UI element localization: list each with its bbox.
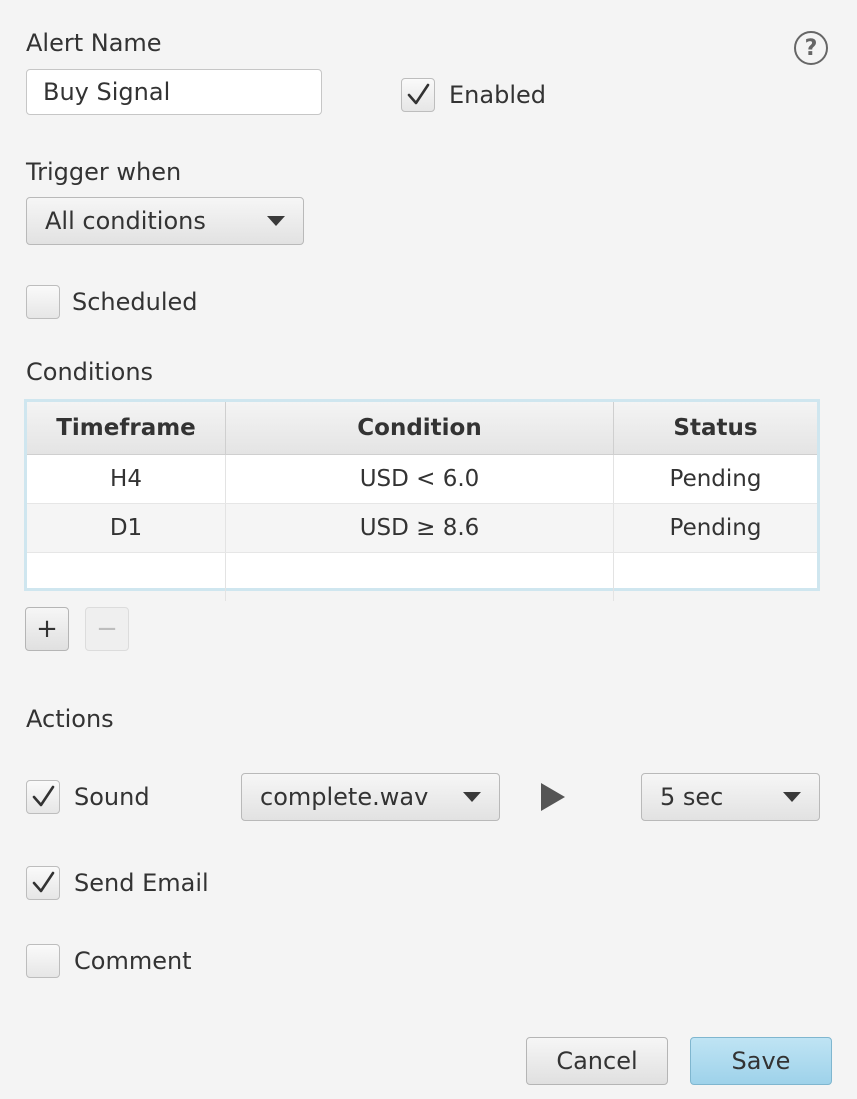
check-icon <box>32 871 55 893</box>
column-header-timeframe[interactable]: Timeframe <box>27 402 226 454</box>
remove-condition-button[interactable]: − <box>85 607 129 651</box>
trigger-select[interactable]: All conditions <box>26 197 304 245</box>
email-label: Send Email <box>74 869 209 897</box>
trigger-label: Trigger when <box>26 158 182 186</box>
table-header: Timeframe Condition Status <box>27 402 817 455</box>
sound-checkbox-row[interactable]: Sound <box>26 780 150 814</box>
sound-file-value: complete.wav <box>260 783 429 811</box>
table-row[interactable]: H4 USD < 6.0 Pending <box>27 455 817 504</box>
cell-condition: USD ≥ 8.6 <box>226 504 614 552</box>
chevron-down-icon <box>463 792 481 802</box>
comment-checkbox[interactable] <box>26 944 60 978</box>
conditions-table[interactable]: Timeframe Condition Status H4 USD < 6.0 … <box>24 399 820 601</box>
cell-condition: USD < 6.0 <box>226 455 614 503</box>
chevron-down-icon <box>267 216 285 226</box>
email-checkbox[interactable] <box>26 866 60 900</box>
check-icon <box>407 83 430 105</box>
sound-label: Sound <box>74 783 150 811</box>
cell-empty <box>614 553 817 601</box>
email-checkbox-row[interactable]: Send Email <box>26 866 209 900</box>
cell-timeframe: H4 <box>27 455 226 503</box>
column-header-condition[interactable]: Condition <box>226 402 614 454</box>
save-button[interactable]: Save <box>690 1037 832 1085</box>
alert-name-label: Alert Name <box>26 29 162 57</box>
trigger-selected-value: All conditions <box>45 207 206 235</box>
check-icon <box>32 785 55 807</box>
duration-select[interactable]: 5 sec <box>641 773 820 821</box>
cancel-button[interactable]: Cancel <box>526 1037 668 1085</box>
cell-status: Pending <box>669 466 762 492</box>
add-condition-button[interactable]: + <box>25 607 69 651</box>
actions-label: Actions <box>26 705 114 733</box>
chevron-down-icon <box>783 792 801 802</box>
cell-status: Pending <box>669 515 762 541</box>
help-icon[interactable]: ? <box>794 31 828 65</box>
table-row[interactable]: D1 USD ≥ 8.6 Pending <box>27 504 817 553</box>
play-icon[interactable] <box>541 783 565 811</box>
scheduled-label: Scheduled <box>72 288 198 316</box>
alert-name-input[interactable] <box>26 69 322 115</box>
sound-file-select[interactable]: complete.wav <box>241 773 500 821</box>
scheduled-checkbox-row[interactable]: Scheduled <box>26 285 198 319</box>
column-header-status[interactable]: Status <box>614 402 817 454</box>
enabled-label: Enabled <box>449 81 546 109</box>
table-row-empty[interactable] <box>27 553 817 601</box>
duration-value: 5 sec <box>660 783 724 811</box>
enabled-checkbox[interactable] <box>401 78 435 112</box>
cell-timeframe: D1 <box>27 504 226 552</box>
sound-checkbox[interactable] <box>26 780 60 814</box>
cell-empty <box>27 553 226 601</box>
comment-label: Comment <box>74 947 192 975</box>
comment-checkbox-row[interactable]: Comment <box>26 944 192 978</box>
cell-empty <box>226 553 614 601</box>
conditions-label: Conditions <box>26 358 154 386</box>
enabled-checkbox-row[interactable]: Enabled <box>401 78 546 112</box>
scheduled-checkbox[interactable] <box>26 285 60 319</box>
